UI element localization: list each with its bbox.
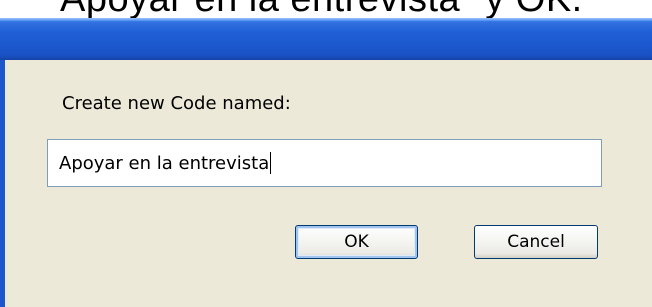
cancel-button[interactable]: Cancel xyxy=(474,225,598,259)
text-caret xyxy=(270,152,272,174)
create-code-dialog: Create new Code named: Apoyar en la entr… xyxy=(0,0,652,307)
ok-button[interactable]: OK xyxy=(295,225,418,259)
prompt-label: Create new Code named: xyxy=(62,93,291,114)
screen: Apoyar en la entrevista" y OK. Create ne… xyxy=(0,0,652,307)
code-name-value: Apoyar en la entrevista xyxy=(59,153,270,174)
code-name-input[interactable]: Apoyar en la entrevista xyxy=(47,139,602,187)
dialog-left-border xyxy=(0,60,5,307)
dialog-titlebar[interactable] xyxy=(0,18,652,60)
